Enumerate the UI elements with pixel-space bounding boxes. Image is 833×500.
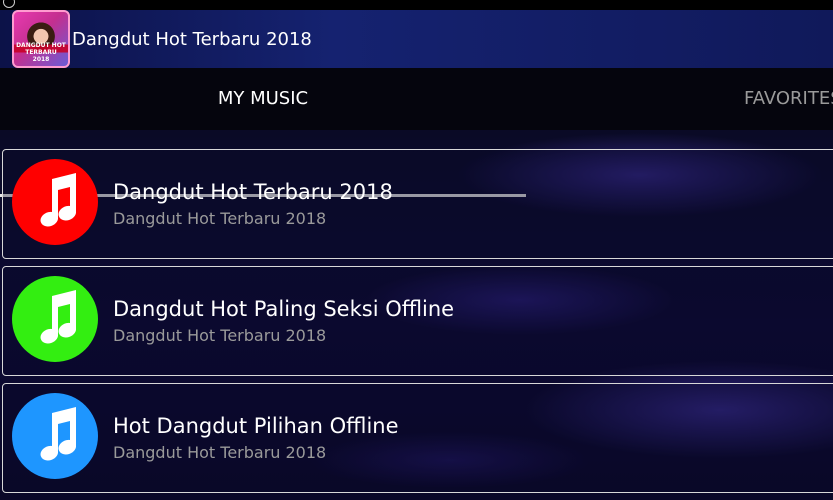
app-logo[interactable]: DANGDUT HOT TERBARU 2018	[12, 10, 70, 68]
status-bar	[0, 0, 833, 10]
playlist-item[interactable]: Hot Dangdut Pilihan Offline Dangdut Hot …	[2, 383, 833, 493]
status-indicator-icon	[3, 0, 15, 8]
app-title: Dangdut Hot Terbaru 2018	[72, 28, 312, 50]
app-logo-text: DANGDUT HOT TERBARU 2018	[16, 42, 66, 63]
tab-my-music[interactable]: MY MUSIC	[0, 68, 526, 130]
playlist-title: Dangdut Hot Paling Seksi Offline	[113, 297, 455, 321]
playlist-subtitle: Dangdut Hot Terbaru 2018	[113, 326, 327, 345]
music-note-icon	[12, 159, 98, 245]
playlist-item[interactable]: Dangdut Hot Paling Seksi Offline Dangdut…	[2, 266, 833, 376]
playlist-title: Hot Dangdut Pilihan Offline	[113, 414, 399, 438]
playlist-title: Dangdut Hot Terbaru 2018	[113, 180, 393, 204]
playlist-subtitle: Dangdut Hot Terbaru 2018	[113, 443, 327, 462]
music-note-icon	[12, 276, 98, 362]
tab-bar: MY MUSIC FAVORITES	[0, 68, 833, 197]
app-screen: DANGDUT HOT TERBARU 2018 Dangdut Hot Ter…	[0, 0, 833, 500]
tab-favorites[interactable]: FAVORITES	[744, 68, 833, 130]
playlist-item[interactable]: Dangdut Hot Terbaru 2018 Dangdut Hot Ter…	[2, 149, 833, 259]
music-note-icon	[12, 393, 98, 479]
playlist-subtitle: Dangdut Hot Terbaru 2018	[113, 209, 327, 228]
app-bar: DANGDUT HOT TERBARU 2018 Dangdut Hot Ter…	[0, 10, 833, 68]
